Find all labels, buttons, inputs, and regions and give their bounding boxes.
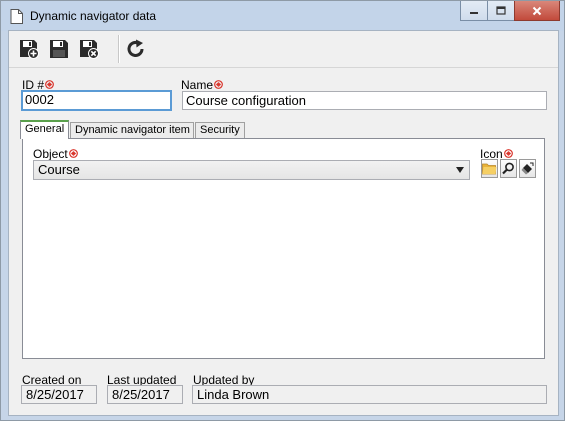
created-on-field: 8/25/2017 (21, 385, 97, 404)
icon-browse-button[interactable] (481, 159, 498, 178)
dialog-client-area: ID # 0002 Name Course configuration Gene… (8, 30, 559, 416)
maximize-button[interactable] (487, 1, 515, 21)
close-icon (532, 6, 542, 15)
object-label: Object (33, 147, 78, 161)
dialog-window: Dynamic navigator data ID # 0002 Name Co… (0, 0, 565, 421)
save-and-close-button[interactable] (77, 37, 101, 61)
magnifier-icon (502, 162, 514, 175)
chevron-down-icon (456, 167, 464, 173)
window-title: Dynamic navigator data (30, 9, 157, 23)
maximize-icon (496, 6, 506, 15)
floppy-plus-icon (20, 40, 39, 59)
floppy-icon (50, 40, 68, 58)
required-icon (503, 149, 513, 158)
general-tab-panel: Object Course Icon (22, 138, 545, 359)
eraser-icon (521, 162, 534, 175)
last-updated-field: 8/25/2017 (107, 385, 183, 404)
required-icon (214, 80, 223, 89)
name-label: Name (181, 78, 223, 92)
required-icon (68, 149, 78, 158)
floppy-x-icon (80, 40, 99, 59)
name-field[interactable]: Course configuration (182, 91, 547, 110)
save-button[interactable] (47, 37, 71, 61)
icon-search-button[interactable] (500, 159, 517, 178)
minimize-button[interactable] (460, 1, 488, 21)
document-icon (10, 9, 23, 24)
close-button[interactable] (514, 1, 560, 21)
icon-clear-button[interactable] (519, 159, 536, 178)
window-controls (460, 1, 560, 21)
tab-general[interactable]: General (20, 120, 69, 139)
tab-security[interactable]: Security (195, 122, 245, 138)
save-and-new-button[interactable] (17, 37, 41, 61)
minimize-icon (470, 11, 478, 14)
refresh-button[interactable] (124, 37, 148, 61)
refresh-icon (127, 39, 144, 57)
id-field[interactable]: 0002 (21, 90, 172, 111)
object-select[interactable]: Course (33, 160, 470, 180)
updated-by-field: Linda Brown (192, 385, 547, 404)
toolbar (9, 31, 558, 67)
tab-dynamic-navigator-item[interactable]: Dynamic navigator item (70, 122, 194, 138)
required-icon (45, 80, 54, 89)
toolbar-divider (9, 67, 558, 68)
toolbar-separator (118, 35, 120, 63)
folder-icon (482, 163, 497, 175)
title-bar[interactable]: Dynamic navigator data (1, 1, 564, 31)
object-select-value: Course (38, 162, 80, 177)
